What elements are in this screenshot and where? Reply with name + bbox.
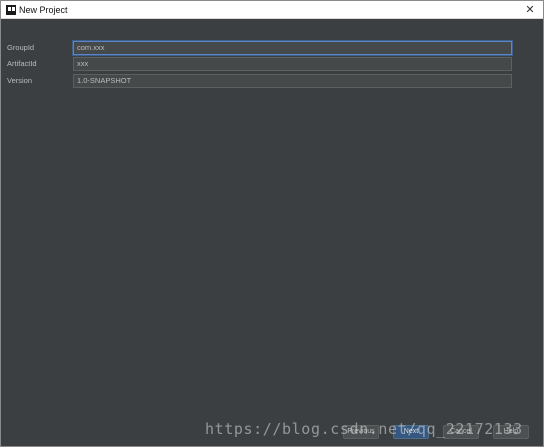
window-title: New Project [19, 5, 68, 15]
watermark-url: https://blog.csdn.net/qq_22172133 [205, 420, 523, 438]
form-panel: GroupId com.xxx ArtifactId xxx Version 1… [1, 20, 543, 446]
intellij-app-icon [6, 5, 16, 15]
close-icon[interactable]: ✕ [523, 2, 537, 17]
version-field[interactable]: 1.0-SNAPSHOT [73, 74, 512, 88]
version-label: Version [7, 76, 33, 85]
artifactid-row: ArtifactId xxx [1, 57, 543, 71]
artifactid-field[interactable]: xxx [73, 57, 512, 71]
artifactid-label: ArtifactId [7, 59, 37, 68]
groupid-field[interactable]: com.xxx [73, 41, 512, 55]
new-project-dialog: New Project ✕ GroupId com.xxx ArtifactId… [0, 0, 544, 447]
groupid-row: GroupId com.xxx [1, 41, 543, 55]
groupid-label: GroupId [7, 43, 35, 52]
title-bar: New Project ✕ [1, 1, 543, 19]
version-row: Version 1.0-SNAPSHOT [1, 74, 543, 88]
